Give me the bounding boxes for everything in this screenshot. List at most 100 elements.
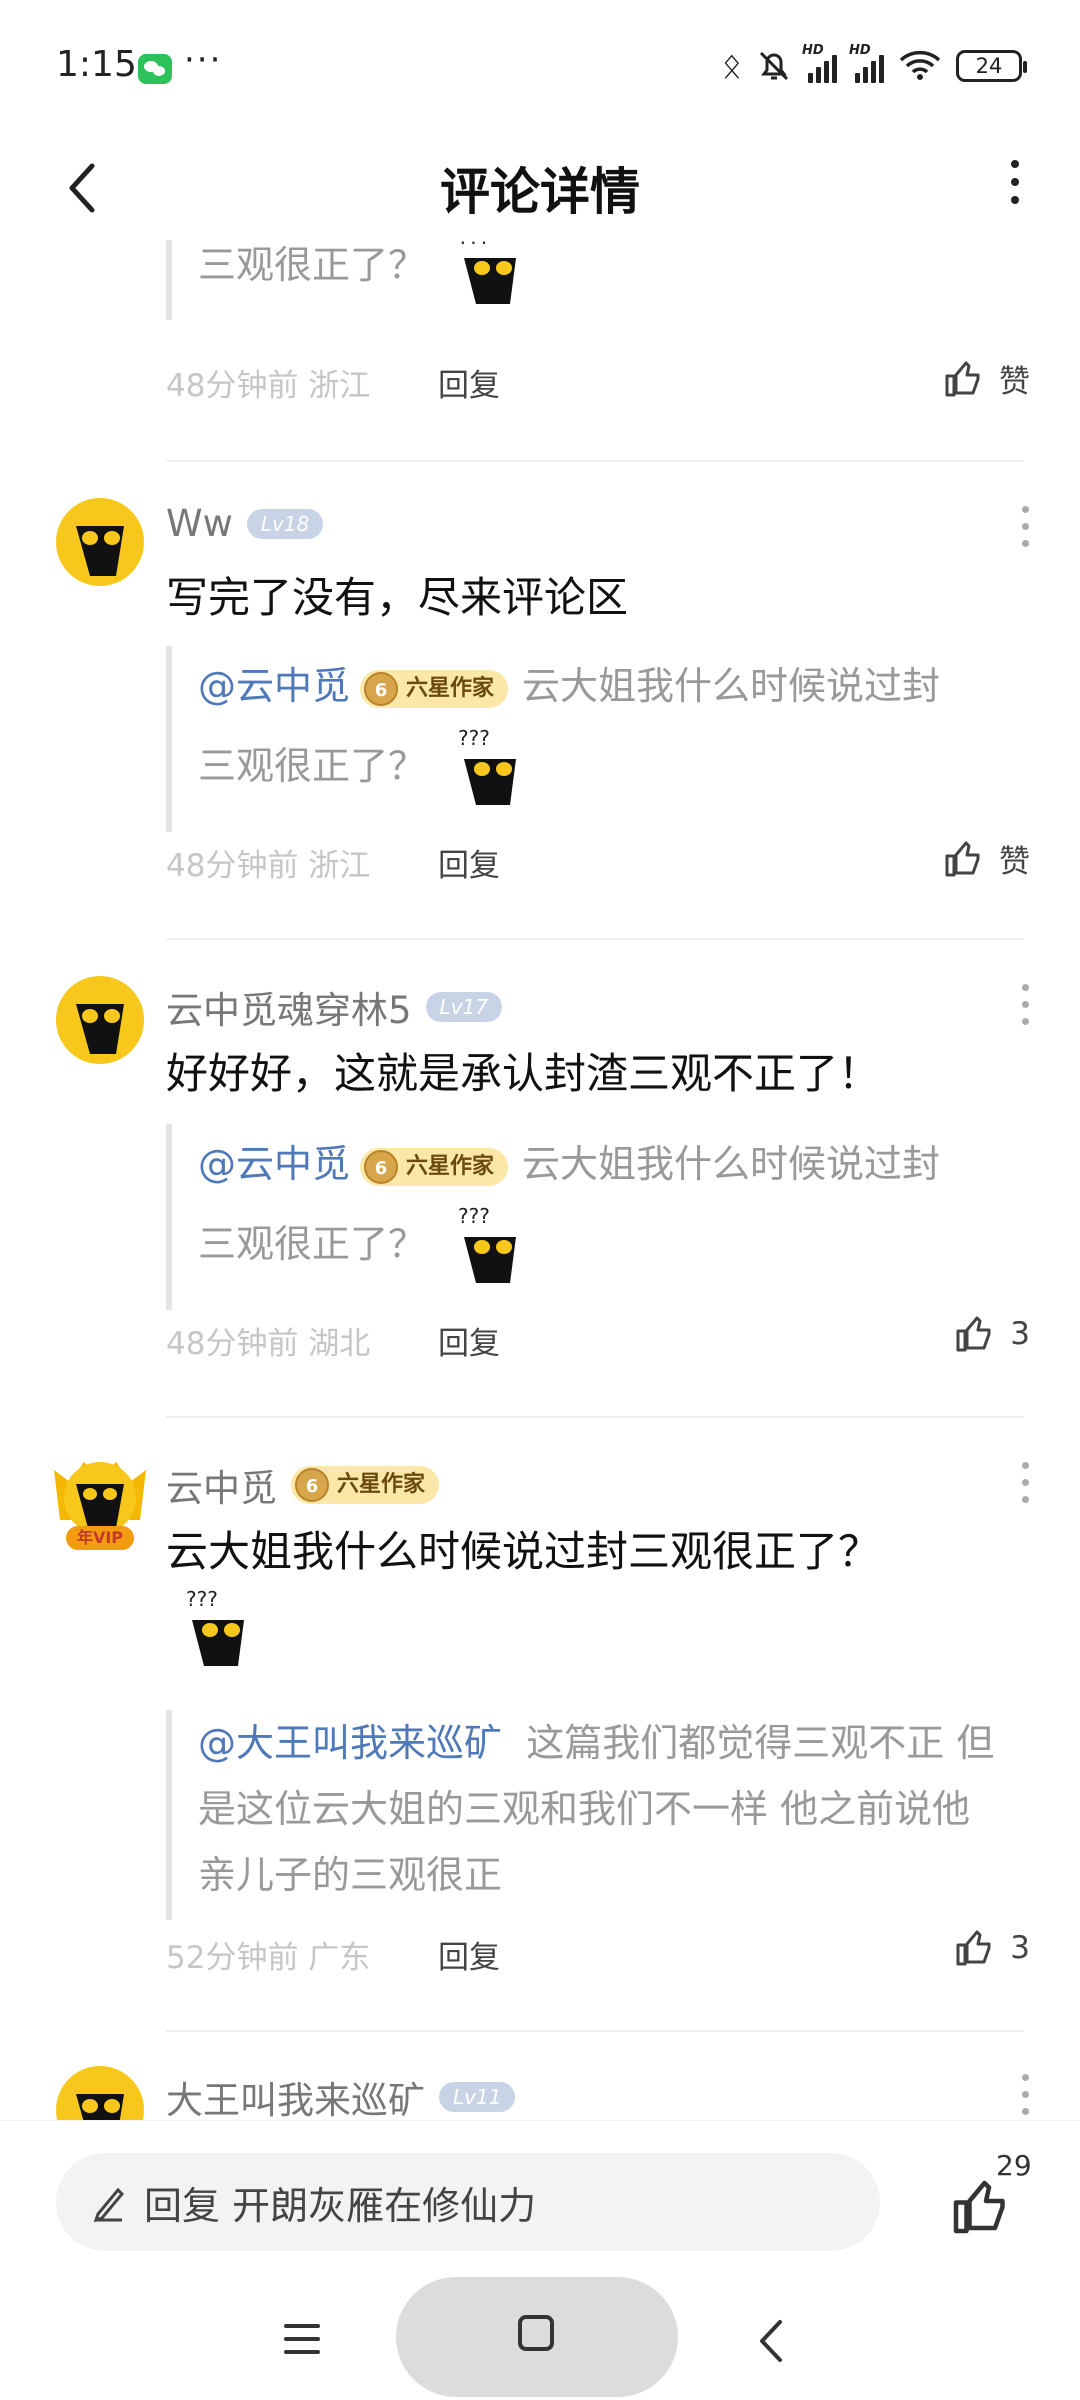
status-time: 1:15 — [56, 44, 137, 85]
thumbs-up-icon — [956, 1316, 991, 1352]
comment-username-row: 云中觅魂穿林5 Lv17 — [166, 980, 502, 1034]
username[interactable]: 大王叫我来巡矿 — [166, 2070, 425, 2120]
svg-text:???: ??? — [458, 1207, 490, 1228]
like-label: 赞 — [999, 364, 1030, 400]
vip-badge: 年VIP — [76, 1528, 124, 1547]
home-icon — [518, 2315, 554, 2351]
quoted-reply: @云中觅 6 六星作家 云大姐我什么时候说过封 三观很正了？ ??? — [166, 1124, 1026, 1310]
divider — [166, 460, 1024, 462]
more-options-button[interactable] — [1000, 160, 1030, 210]
username[interactable]: Ww — [166, 502, 233, 545]
confused-cat-sticker: ??? — [450, 240, 536, 308]
like-button[interactable]: 3 — [954, 1928, 1030, 1968]
more-notifications-icon: ··· — [184, 40, 223, 80]
thumbs-up-icon — [945, 841, 980, 876]
pencil-icon — [93, 2187, 125, 2222]
comment-time-location: 52分钟前 广东 — [166, 1940, 371, 1976]
comment-text: 云大姐我什么时候说过封三观很正了？ — [166, 1527, 881, 1576]
level-badge: Lv17 — [425, 992, 502, 1022]
avatar[interactable] — [56, 976, 144, 1064]
comment-text: 写完了没有，尽来评论区 — [166, 573, 629, 622]
comment-list[interactable]: 三观很正了？ ??? 48分钟前 浙江 回复 赞 Ww Lv18 写完了没有，尽… — [0, 240, 1080, 2120]
comment-time-location: 48分钟前 浙江 — [166, 848, 371, 884]
mention-link[interactable]: @云中觅 — [198, 664, 350, 708]
status-bar: 1:15 ··· ᛟ HD HD 24 — [0, 0, 1080, 130]
like-count: 3 — [1010, 1930, 1030, 1966]
level-badge: Lv18 — [246, 508, 324, 539]
comment-more-button[interactable] — [1018, 1462, 1032, 1513]
comment-text: 好好好，这就是承认封渣三观不正了！ — [166, 1049, 881, 1098]
author-badge: 6 六星作家 — [360, 669, 509, 708]
like-button[interactable]: 赞 — [943, 356, 1030, 401]
like-button[interactable]: 赞 — [943, 836, 1030, 881]
signal-icon: HD — [802, 43, 837, 83]
home-button[interactable] — [396, 2277, 678, 2397]
comment-time-location: 48分钟前 湖北 — [166, 1326, 371, 1362]
comment-time-location: 48分钟前 浙江 — [166, 368, 371, 404]
avatar[interactable] — [56, 498, 144, 586]
level-badge: Lv11 — [439, 2082, 516, 2112]
quote-text: 亲儿子的三观很正 — [198, 1853, 503, 1897]
page-title: 评论详情 — [440, 163, 640, 221]
thumbs-up-icon — [953, 2180, 1005, 2234]
wifi-icon — [898, 46, 942, 86]
username[interactable]: 云中觅 — [166, 1458, 277, 1512]
system-back-button[interactable] — [752, 2316, 792, 2370]
like-count: 29 — [996, 2149, 1032, 2182]
mention-link[interactable]: @大王叫我来巡矿 — [198, 1721, 502, 1765]
avatar[interactable] — [56, 2066, 144, 2120]
quote-text: 这篇我们都觉得三观不正 但 — [526, 1721, 995, 1765]
reply-button[interactable]: 回复 — [438, 840, 500, 885]
quote-text: 云大姐我什么时候说过封 — [522, 664, 941, 708]
system-nav-bar — [0, 2277, 1080, 2400]
reply-bar: 回复 开朗灰雁在修仙力 29 — [0, 2120, 1080, 2280]
confused-cat-sticker: ??? — [450, 726, 536, 809]
username[interactable]: 云中觅魂穿林5 — [166, 980, 412, 1034]
bluetooth-icon: ᛟ — [721, 46, 742, 86]
quote-text: 三观很正了？ — [198, 243, 427, 287]
divider — [166, 1416, 1024, 1418]
comment-more-button[interactable] — [1018, 506, 1032, 557]
top-app-bar: 评论详情 — [0, 130, 1080, 240]
thumbs-up-icon — [945, 361, 980, 396]
mention-link[interactable]: @云中觅 — [198, 1142, 350, 1186]
chevron-left-icon — [760, 2320, 782, 2362]
confused-cat-sticker: ??? — [450, 1204, 536, 1287]
wechat-icon — [138, 54, 172, 84]
reply-button[interactable]: 回复 — [438, 360, 500, 405]
author-badge: 6 六星作家 — [291, 1466, 440, 1504]
svg-text:???: ??? — [458, 729, 490, 750]
recents-button[interactable] — [284, 2324, 320, 2363]
quoted-reply: 三观很正了？ ??? — [166, 240, 1026, 320]
quote-text: 云大姐我什么时候说过封 — [522, 1142, 941, 1186]
like-button[interactable]: 3 — [954, 1314, 1030, 1354]
comment-username-row: 云中觅 6 六星作家 — [166, 1458, 453, 1512]
author-badge: 6 六星作家 — [360, 1147, 509, 1186]
svg-text:???: ??? — [186, 1590, 218, 1611]
quote-text: 三观很正了？ — [198, 744, 427, 788]
reply-button[interactable]: 回复 — [438, 1318, 500, 1363]
comment-more-button[interactable] — [1018, 984, 1032, 1035]
reply-input[interactable]: 回复 开朗灰雁在修仙力 — [56, 2153, 880, 2251]
divider — [166, 938, 1024, 940]
thumbs-up-icon — [956, 1930, 991, 1966]
comment-more-button[interactable] — [1018, 2074, 1032, 2120]
mute-bell-icon — [756, 48, 790, 84]
reply-button[interactable]: 回复 — [438, 1932, 500, 1977]
signal-icon-2: HD — [849, 43, 884, 83]
quote-text: 是这位云大姐的三观和我们不一样 他之前说他 — [198, 1787, 971, 1831]
system-icons: ᛟ HD HD 24 — [721, 43, 1027, 86]
like-post-button[interactable]: 29 — [950, 2149, 1032, 2239]
battery-icon: 24 — [956, 50, 1027, 82]
vip-avatar[interactable]: 年VIP — [46, 1440, 154, 1552]
quoted-reply: @云中觅 6 六星作家 云大姐我什么时候说过封 三观很正了？ ??? — [166, 646, 1026, 832]
quote-text: 三观很正了？ — [198, 1222, 427, 1266]
comment-username-row: 大王叫我来巡矿 Lv11 — [166, 2070, 516, 2120]
quoted-reply: @大王叫我来巡矿 这篇我们都觉得三观不正 但 是这位云大姐的三观和我们不一样 他… — [166, 1710, 1026, 1920]
svg-text:???: ??? — [458, 240, 490, 249]
like-count: 3 — [1010, 1316, 1030, 1352]
comment-username-row: Ww Lv18 — [166, 502, 324, 545]
divider — [166, 2030, 1024, 2032]
like-label: 赞 — [999, 844, 1030, 880]
reply-placeholder: 回复 开朗灰雁在修仙力 — [144, 2183, 537, 2228]
